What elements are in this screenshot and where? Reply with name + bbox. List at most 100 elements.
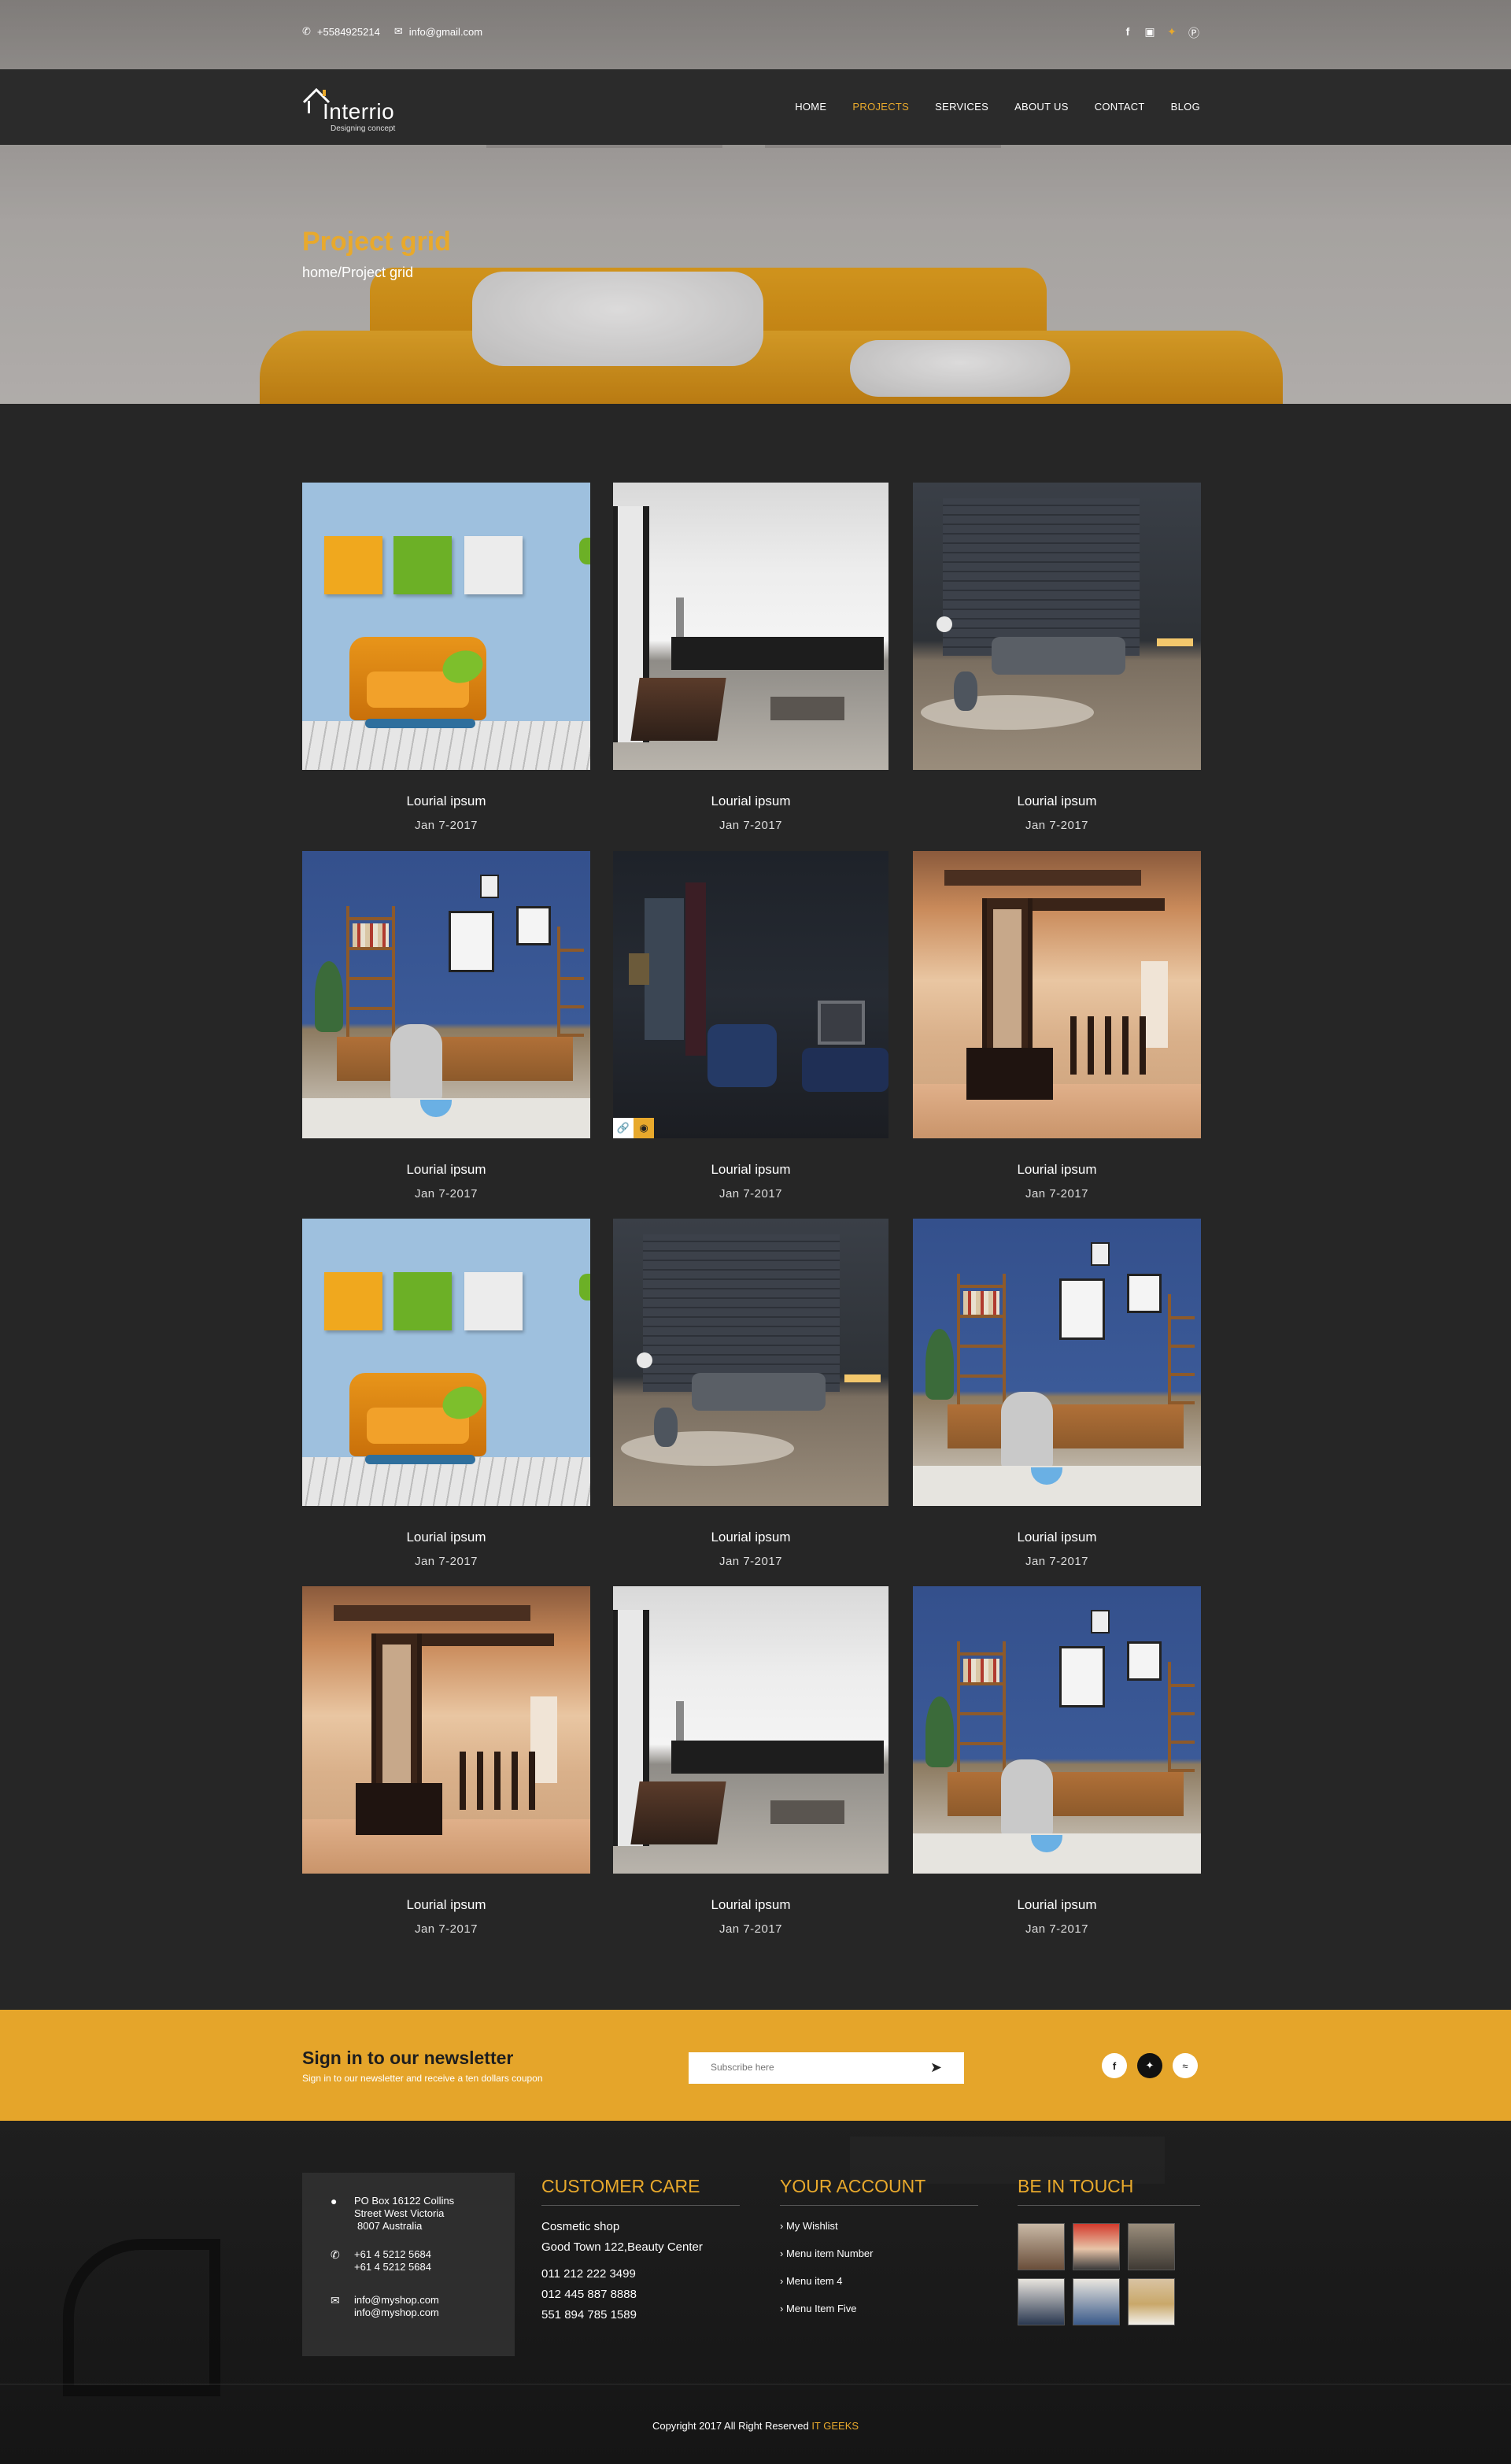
project-title[interactable]: Lourial ipsum	[613, 1530, 888, 1545]
customer-care-line: Good Town 122,Beauty Center	[541, 2240, 703, 2254]
top-contact-bar: ✆ +5584925214 ✉ info@gmail.com f ▣ ✦ Ⓟ	[0, 0, 1511, 69]
twitter-icon[interactable]: ✦	[1137, 2053, 1162, 2078]
gallery-photo[interactable]	[1128, 2278, 1175, 2325]
project-title[interactable]: Lourial ipsum	[302, 794, 590, 809]
subscribe-form: ➤	[689, 2052, 964, 2084]
account-link[interactable]: Menu Item Five	[780, 2303, 978, 2314]
project-image[interactable]	[302, 1586, 590, 1874]
account-link-wishlist[interactable]: My Wishlist	[780, 2220, 978, 2232]
project-image[interactable]	[913, 483, 1201, 770]
project-image[interactable]	[613, 483, 888, 770]
project-date: Jan 7-2017	[414, 1187, 478, 1201]
footer-email[interactable]: info@myshop.com	[354, 2294, 439, 2307]
project-card[interactable]: Lourial ipsum Jan 7-2017	[302, 1586, 590, 1936]
site-logo[interactable]: Interrio Designing concept	[302, 82, 412, 134]
project-card[interactable]: Lourial ipsum Jan 7-2017	[913, 851, 1201, 1201]
project-hover-actions: 🔗 ◉	[613, 1118, 654, 1138]
project-card[interactable]: Lourial ipsum Jan 7-2017	[913, 1586, 1201, 1936]
address-row: ● PO Box 16122 Collins Street West Victo…	[331, 2195, 454, 2233]
footer-background-chair	[63, 2239, 220, 2396]
project-card[interactable]: Lourial ipsum Jan 7-2017	[913, 1219, 1201, 1568]
project-image[interactable]: 🔗 ◉	[613, 851, 888, 1138]
project-image[interactable]	[913, 1586, 1201, 1874]
gallery-photo[interactable]	[1128, 2223, 1175, 2270]
project-image[interactable]	[302, 1219, 590, 1506]
account-column: YOUR ACCOUNT My Wishlist Menu item Numbe…	[780, 2176, 978, 2314]
phone-row: ✆ +61 4 5212 5684 +61 4 5212 5684	[331, 2248, 431, 2273]
wifi-icon[interactable]: ≈	[1173, 2053, 1198, 2078]
hero-banner: ✆ +5584925214 ✉ info@gmail.com f ▣ ✦ Ⓟ I…	[0, 0, 1511, 404]
gallery-photo[interactable]	[1018, 2223, 1065, 2270]
nav-projects[interactable]: PROJECTS	[852, 101, 909, 113]
project-title[interactable]: Lourial ipsum	[913, 1530, 1201, 1545]
project-title[interactable]: Lourial ipsum	[302, 1162, 590, 1178]
breadcrumb[interactable]: home/Project grid	[302, 265, 413, 281]
customer-care-phone[interactable]: 012 445 887 8888	[541, 2285, 740, 2305]
project-title[interactable]: Lourial ipsum	[613, 1897, 888, 1913]
project-card[interactable]: Lourial ipsum Jan 7-2017	[302, 483, 590, 832]
footer-phone[interactable]: +61 4 5212 5684	[354, 2248, 431, 2261]
project-title[interactable]: Lourial ipsum	[302, 1897, 590, 1913]
footer-phone[interactable]: +61 4 5212 5684	[354, 2261, 431, 2273]
project-card[interactable]: Lourial ipsum Jan 7-2017	[613, 1219, 888, 1568]
project-title[interactable]: Lourial ipsum	[613, 794, 888, 809]
project-date: Jan 7-2017	[1025, 1555, 1089, 1568]
copyright-brand[interactable]: IT GEEKS	[811, 2420, 859, 2432]
be-in-touch-heading: BE IN TOUCH	[1018, 2176, 1200, 2206]
project-card[interactable]: Lourial ipsum Jan 7-2017	[613, 1586, 888, 1936]
phone-icon: ✆	[302, 25, 311, 37]
twitter-icon[interactable]: ✦	[1166, 25, 1178, 41]
copyright-bar: Copyright 2017 All Right Reserved IT GEE…	[0, 2420, 1511, 2432]
project-title[interactable]: Lourial ipsum	[913, 794, 1201, 809]
project-card[interactable]: Lourial ipsum Jan 7-2017	[913, 483, 1201, 832]
project-image[interactable]	[302, 851, 590, 1138]
customer-care-phone[interactable]: 551 894 785 1589	[541, 2305, 740, 2325]
customer-care-phone[interactable]: 011 212 222 3499	[541, 2264, 740, 2285]
nav-services[interactable]: SERVICES	[935, 101, 988, 113]
gallery-photo[interactable]	[1018, 2278, 1065, 2325]
project-image[interactable]	[913, 1219, 1201, 1506]
project-image[interactable]	[913, 851, 1201, 1138]
project-title[interactable]: Lourial ipsum	[302, 1530, 590, 1545]
project-date: Jan 7-2017	[719, 1187, 783, 1201]
address-box: ● PO Box 16122 Collins Street West Victo…	[302, 2173, 515, 2356]
envelope-icon: ✉	[393, 25, 403, 37]
paper-plane-icon[interactable]: ➤	[930, 2059, 942, 2076]
project-date: Jan 7-2017	[414, 819, 478, 832]
project-title[interactable]: Lourial ipsum	[913, 1162, 1201, 1178]
project-title[interactable]: Lourial ipsum	[913, 1897, 1201, 1913]
project-card[interactable]: 🔗 ◉ Lourial ipsum Jan 7-2017	[613, 851, 888, 1201]
nav-blog[interactable]: BLOG	[1171, 101, 1200, 113]
facebook-icon[interactable]: f	[1102, 2053, 1127, 2078]
envelope-icon: ✉	[331, 2294, 340, 2307]
instagram-icon[interactable]: ▣	[1143, 25, 1156, 41]
email-contact[interactable]: ✉ info@gmail.com	[394, 25, 482, 38]
project-image[interactable]	[302, 483, 590, 770]
pinterest-icon[interactable]: Ⓟ	[1188, 25, 1200, 41]
newsletter-section: Sign in to our newsletter Sign in to our…	[0, 2010, 1511, 2121]
footer-email[interactable]: info@myshop.com	[354, 2307, 439, 2319]
top-social-links: f ▣ ✦ Ⓟ	[1121, 25, 1200, 41]
newsletter-social-links: f ✦ ≈	[1102, 2053, 1198, 2078]
link-icon[interactable]: 🔗	[613, 1118, 634, 1138]
phone-contact[interactable]: ✆ +5584925214	[302, 25, 380, 38]
eye-icon[interactable]: ◉	[634, 1118, 654, 1138]
project-card[interactable]: Lourial ipsum Jan 7-2017	[302, 1219, 590, 1568]
nav-contact[interactable]: CONTACT	[1095, 101, 1145, 113]
nav-about-us[interactable]: ABOUT US	[1014, 101, 1069, 113]
account-link[interactable]: Menu item 4	[780, 2275, 978, 2287]
main-navbar: Interrio Designing concept HOME PROJECTS…	[0, 69, 1511, 145]
project-image[interactable]	[613, 1219, 888, 1506]
project-card[interactable]: Lourial ipsum Jan 7-2017	[613, 483, 888, 832]
project-title[interactable]: Lourial ipsum	[613, 1162, 888, 1178]
phone-icon: ✆	[331, 2248, 340, 2261]
gallery-photo[interactable]	[1073, 2278, 1120, 2325]
nav-home[interactable]: HOME	[795, 101, 826, 113]
account-link[interactable]: Menu item Number	[780, 2248, 978, 2259]
facebook-icon[interactable]: f	[1121, 25, 1134, 41]
project-image[interactable]	[613, 1586, 888, 1874]
gallery-photo[interactable]	[1073, 2223, 1120, 2270]
newsletter-subtext: Sign in to our newsletter and receive a …	[302, 2073, 543, 2084]
project-card[interactable]: Lourial ipsum Jan 7-2017	[302, 851, 590, 1201]
subscribe-input[interactable]	[711, 2062, 915, 2073]
